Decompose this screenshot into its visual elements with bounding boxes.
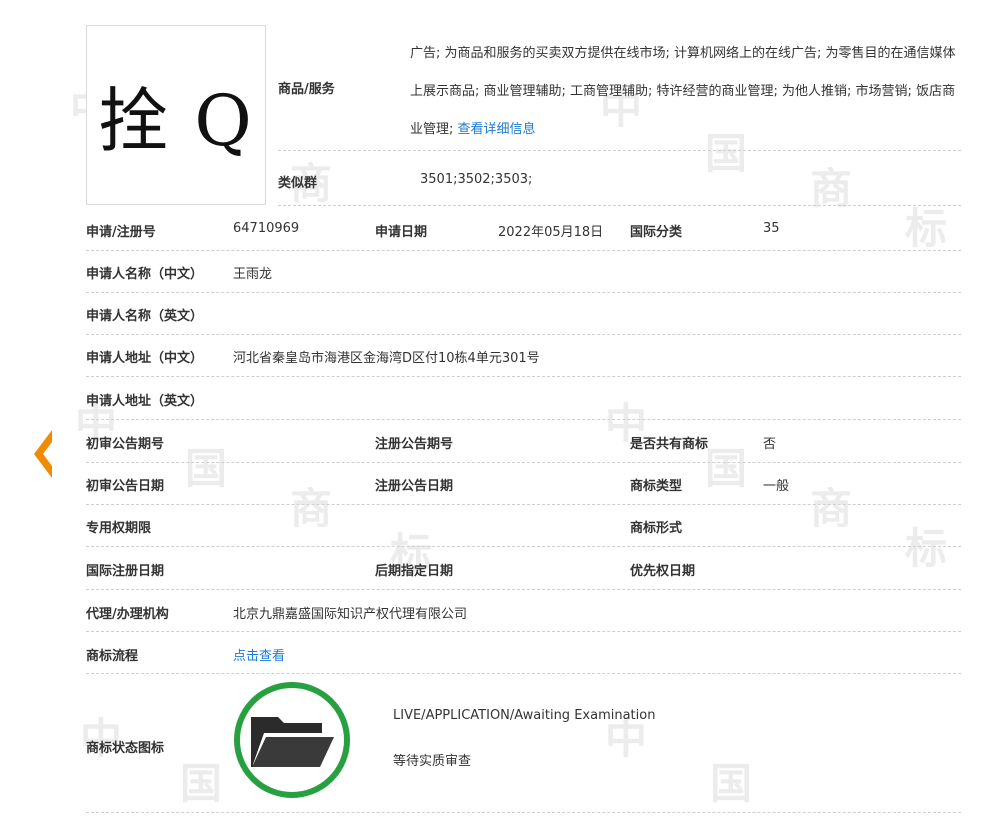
applicant-cn-label: 申请人名称（中文） <box>86 267 204 282</box>
app-date-label: 申请日期 <box>375 225 428 240</box>
flow-link[interactable]: 点击查看 <box>233 645 285 664</box>
divider <box>86 546 961 547</box>
agent-value: 北京九鼎嘉盛国际知识产权代理有限公司 <box>233 607 468 622</box>
prelim-issue-label: 初审公告期号 <box>86 437 165 452</box>
prelim-date-label: 初审公告日期 <box>86 479 165 494</box>
status-icon-label: 商标状态图标 <box>86 741 165 756</box>
divider <box>86 376 961 377</box>
tm-form-label: 商标形式 <box>630 521 683 536</box>
reg-issue-label: 注册公告期号 <box>375 437 454 452</box>
app-no-label: 申请/注册号 <box>86 225 156 240</box>
trademark-detail: 拴 Q 商品/服务 广告; 为商品和服务的买卖双方提供在线市场; 计算机网络上的… <box>0 0 989 823</box>
divider <box>86 419 961 420</box>
status-english: LIVE/APPLICATION/Awaiting Examination <box>393 708 656 723</box>
divider <box>86 631 961 632</box>
shared-label: 是否共有商标 <box>630 437 709 452</box>
reg-date-label: 注册公告日期 <box>375 479 454 494</box>
similar-group-label: 类似群 <box>278 176 318 191</box>
agent-label: 代理/办理机构 <box>86 607 169 622</box>
divider <box>86 504 961 505</box>
exclusive-label: 专用权期限 <box>86 521 152 536</box>
flow-label: 商标流程 <box>86 649 139 664</box>
trademark-image-text: 拴 Q <box>98 79 254 162</box>
similar-group-value: 3501;3502;3503; <box>420 172 533 187</box>
chevron-left-icon[interactable] <box>30 428 56 480</box>
tm-type-label: 商标类型 <box>630 479 683 494</box>
app-date-value: 2022年05月18日 <box>498 225 604 240</box>
goods-detail-link[interactable]: 查看详细信息 <box>458 122 536 137</box>
shared-value: 否 <box>763 437 777 452</box>
intl-class-label: 国际分类 <box>630 225 683 240</box>
address-en-label: 申请人地址（英文） <box>86 394 204 409</box>
divider <box>278 150 961 151</box>
address-cn-label: 申请人地址（中文） <box>86 351 204 366</box>
divider <box>86 292 961 293</box>
divider <box>86 673 961 674</box>
goods-label: 商品/服务 <box>278 82 335 97</box>
folder-open-icon <box>251 717 334 767</box>
later-date-label: 后期指定日期 <box>375 564 454 579</box>
intl-reg-date-label: 国际注册日期 <box>86 564 165 579</box>
priority-date-label: 优先权日期 <box>630 564 696 579</box>
divider <box>86 589 961 590</box>
goods-text: 广告; 为商品和服务的买卖双方提供在线市场; 计算机网络上的在线广告; 为零售目… <box>410 35 965 149</box>
applicant-cn-value: 王雨龙 <box>233 267 273 282</box>
status-ring <box>234 682 350 798</box>
app-no-value: 64710969 <box>233 221 300 236</box>
divider <box>86 250 961 251</box>
divider <box>278 205 961 206</box>
tm-type-value: 一般 <box>763 479 790 494</box>
status-chinese: 等待实质审查 <box>393 754 472 769</box>
divider <box>86 812 961 813</box>
trademark-image: 拴 Q <box>86 25 266 205</box>
intl-class-value: 35 <box>763 221 780 236</box>
divider <box>86 334 961 335</box>
divider <box>86 462 961 463</box>
applicant-en-label: 申请人名称（英文） <box>86 309 204 324</box>
address-cn-value: 河北省秦皇岛市海港区金海湾D区付10栋4单元301号 <box>233 351 540 366</box>
